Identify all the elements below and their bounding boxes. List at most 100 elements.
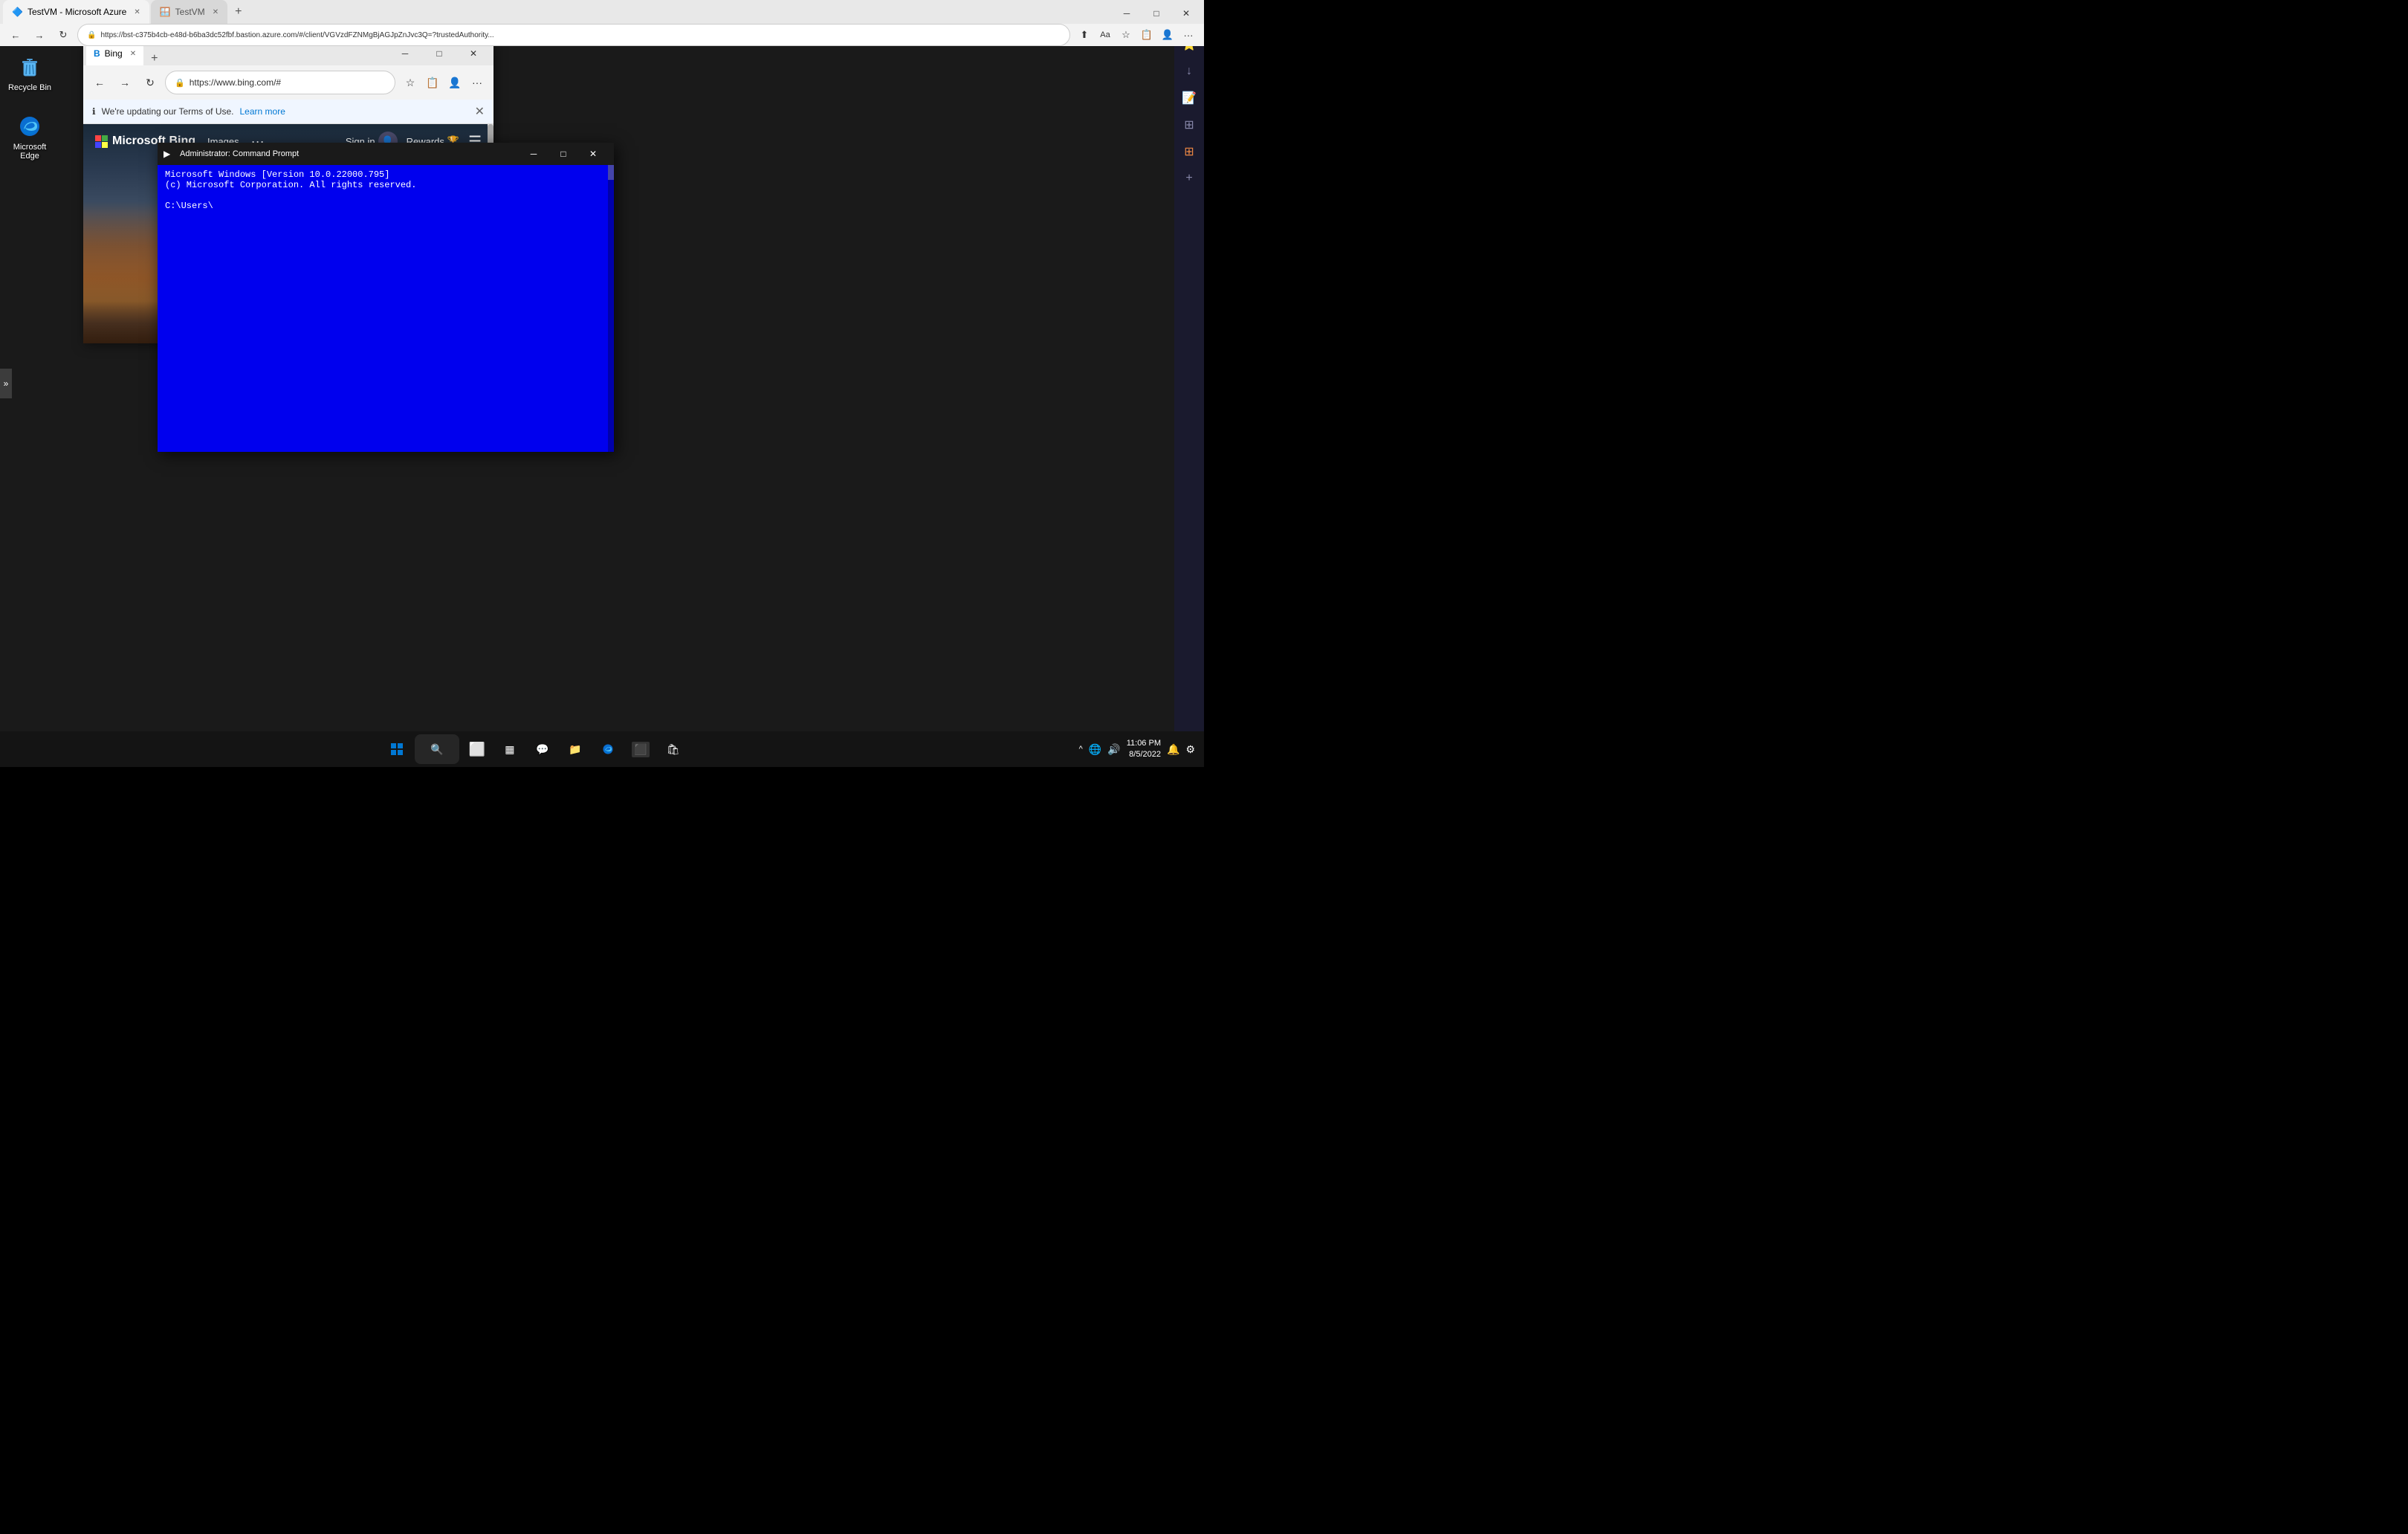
cmd-maximize-btn[interactable]: □ xyxy=(548,143,578,164)
taskbar-search-icon: 🔍 xyxy=(430,743,443,756)
host-win-maximize[interactable]: □ xyxy=(1142,3,1171,24)
store-icon: 🛍 xyxy=(667,743,680,756)
azure-host-browser-bar: 🔷 TestVM - Microsoft Azure ✕ 🪟 TestVM ✕ … xyxy=(0,0,1204,39)
taskbar-date: 8/5/2022 xyxy=(1127,749,1161,760)
bing-new-tab-btn[interactable]: + xyxy=(145,52,164,65)
azure-tab-2-inactive[interactable]: 🪟 TestVM ✕ xyxy=(151,0,227,24)
logo-sq-red xyxy=(95,135,101,141)
bing-toolbar-icons: ☆ 📋 👤 ··· xyxy=(400,72,488,93)
cmd-title-text: Administrator: Command Prompt xyxy=(180,149,513,158)
taskbar-clock: 11:06 PM xyxy=(1127,738,1161,749)
taskbar-volume-icon[interactable]: 🔊 xyxy=(1107,743,1120,756)
bing-toolbar-profile[interactable]: 👤 xyxy=(444,72,465,93)
logo-sq-green xyxy=(102,135,108,141)
host-toolbar-icons: ⬆ Aa ☆ 📋 👤 ··· xyxy=(1075,25,1198,45)
taskbar-store-btn[interactable]: 🛍 xyxy=(658,734,688,764)
sidebar-windows-icon[interactable]: ⊞ xyxy=(1177,113,1201,137)
azure-tab-1-active[interactable]: 🔷 TestVM - Microsoft Azure ✕ xyxy=(3,0,149,24)
notif-close-btn[interactable]: ✕ xyxy=(475,104,485,119)
bing-nav-refresh[interactable]: ↻ xyxy=(140,72,161,93)
taskbar-chevron[interactable]: ^ xyxy=(1079,745,1083,754)
cmd-win-controls: ─ □ ✕ xyxy=(519,143,608,164)
edge-label: Microsoft Edge xyxy=(6,143,54,161)
cmd-line1: Microsoft Windows [Version 10.0.22000.79… xyxy=(165,169,606,180)
bing-url-lock-icon: 🔒 xyxy=(175,78,185,88)
bing-toolbar-settings[interactable]: ··· xyxy=(467,72,488,93)
bing-url-display: https://www.bing.com/# xyxy=(190,77,386,88)
recycle-bin-image xyxy=(16,54,43,80)
host-toolbar-settings[interactable]: ··· xyxy=(1179,25,1198,45)
host-url-text: https://bst-c375b4cb-e48d-b6ba3dc52fbf.b… xyxy=(100,31,1061,39)
bing-nav-forward[interactable]: → xyxy=(114,72,135,93)
logo-sq-yellow xyxy=(102,142,108,148)
taskbar-widgets-btn[interactable]: ▦ xyxy=(495,734,525,764)
taskbar-time-display[interactable]: 11:06 PM 8/5/2022 xyxy=(1127,738,1161,761)
notif-learn-more-link[interactable]: Learn more xyxy=(240,106,285,117)
start-button[interactable] xyxy=(382,734,412,764)
bing-notification-bar: ℹ We're updating our Terms of Use. Learn… xyxy=(83,100,493,124)
new-tab-button[interactable]: + xyxy=(229,0,247,24)
taskbar-center: 🔍 ⬜ ▦ 💬 📁 xyxy=(0,734,1070,764)
file-explorer-icon: 📁 xyxy=(569,743,581,756)
cmd-close-btn[interactable]: ✕ xyxy=(578,143,608,164)
host-toolbar-read[interactable]: Aa xyxy=(1095,25,1115,45)
recycle-bin-svg xyxy=(18,55,42,79)
bing-tab-close-btn[interactable]: ✕ xyxy=(130,50,136,58)
sidebar-notes-icon[interactable]: 📝 xyxy=(1177,86,1201,110)
azure-tab2-close[interactable]: ✕ xyxy=(213,8,219,16)
cmd-scrollbar-thumb[interactable] xyxy=(608,165,614,180)
taskbar-network-icon[interactable]: 🌐 xyxy=(1089,743,1101,756)
host-toolbar-favorites[interactable]: ☆ xyxy=(1116,25,1136,45)
desktop: 🔷 TestVM - Microsoft Azure ✕ 🪟 TestVM ✕ … xyxy=(0,0,1204,767)
bing-address-bar: ← → ↻ 🔒 https://www.bing.com/# ☆ 📋 👤 ··· xyxy=(83,65,493,100)
cmd-scrollbar[interactable] xyxy=(608,165,614,452)
taskbar-edge-icon xyxy=(602,743,614,755)
host-url-lock-icon: 🔒 xyxy=(87,31,96,39)
logo-sq-blue xyxy=(95,142,101,148)
taskbar-file-explorer-btn[interactable]: 📁 xyxy=(560,734,590,764)
host-toolbar-share[interactable]: ⬆ xyxy=(1075,25,1094,45)
taskbar-terminal-btn[interactable]: ⬛ xyxy=(626,734,656,764)
azure-tab2-label: TestVM xyxy=(175,7,205,17)
widgets-icon: ▦ xyxy=(505,743,514,756)
notif-text: We're updating our Terms of Use. xyxy=(102,106,234,117)
cmd-window-icon: ▶ xyxy=(164,149,174,159)
host-nav-back[interactable]: ← xyxy=(6,25,25,45)
azure-tab1-favicon: 🔷 xyxy=(12,7,23,17)
bing-logo-squares xyxy=(95,135,108,148)
cmd-body[interactable]: Microsoft Windows [Version 10.0.22000.79… xyxy=(158,165,614,452)
recycle-bin-icon[interactable]: Recycle Bin xyxy=(3,51,56,95)
cmd-prompt-line: C:\Users\ xyxy=(165,201,606,211)
sidebar-download-icon[interactable]: ↓ xyxy=(1177,59,1201,83)
taskbar-notification-icon[interactable]: 🔔 xyxy=(1167,743,1179,756)
host-win-close[interactable]: ✕ xyxy=(1171,3,1201,24)
sidebar-office-icon[interactable]: ⊞ xyxy=(1177,140,1201,164)
bing-toolbar-favorite[interactable]: ☆ xyxy=(400,72,421,93)
taskbar-settings-icon[interactable]: ⚙ xyxy=(1185,743,1195,756)
host-url-bar[interactable]: 🔒 https://bst-c375b4cb-e48d-b6ba3dc52fbf… xyxy=(77,24,1070,46)
bing-tab-label: Bing xyxy=(105,48,123,59)
bing-nav-back[interactable]: ← xyxy=(89,72,110,93)
host-toolbar-collections[interactable]: 📋 xyxy=(1137,25,1156,45)
taskbar-right: ^ 🌐 🔊 11:06 PM 8/5/2022 🔔 ⚙ xyxy=(1070,738,1204,761)
host-nav-refresh[interactable]: ↻ xyxy=(54,25,73,45)
windows-logo-icon xyxy=(391,743,403,755)
host-nav-forward[interactable]: → xyxy=(30,25,49,45)
taskbar-chat-btn[interactable]: 💬 xyxy=(528,734,557,764)
azure-tab1-close[interactable]: ✕ xyxy=(134,8,140,16)
left-panel-chevron[interactable]: » xyxy=(0,369,12,398)
azure-tab-row: 🔷 TestVM - Microsoft Azure ✕ 🪟 TestVM ✕ … xyxy=(0,0,1204,24)
azure-address-row: ← → ↻ 🔒 https://bst-c375b4cb-e48d-b6ba3d… xyxy=(0,24,1204,46)
host-win-minimize[interactable]: ─ xyxy=(1112,3,1142,24)
bing-favicon: B xyxy=(94,48,100,59)
taskbar-search-btn[interactable]: 🔍 xyxy=(415,734,459,764)
host-toolbar-profile[interactable]: 👤 xyxy=(1158,25,1177,45)
taskbar-edge-btn[interactable] xyxy=(593,734,623,764)
bing-url-input[interactable]: 🔒 https://www.bing.com/# xyxy=(165,71,395,94)
cmd-minimize-btn[interactable]: ─ xyxy=(519,143,548,164)
bing-toolbar-collections[interactable]: 📋 xyxy=(422,72,443,93)
sidebar-add-icon[interactable]: + xyxy=(1177,166,1201,190)
edge-icon[interactable]: Microsoft Edge xyxy=(3,110,56,164)
chat-icon: 💬 xyxy=(536,743,548,756)
taskbar-task-view-btn[interactable]: ⬜ xyxy=(462,734,492,764)
